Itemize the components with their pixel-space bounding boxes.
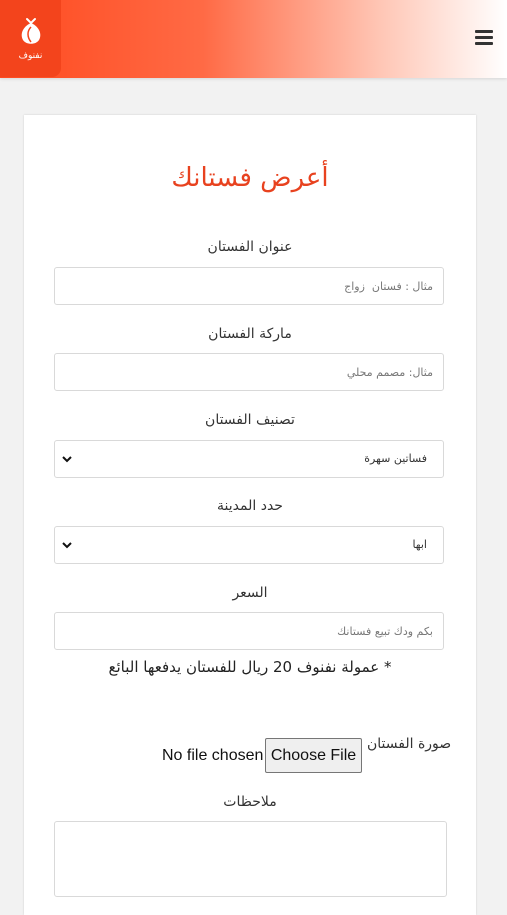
category-selected-value: فساتين سهرة — [364, 452, 427, 465]
notes-textarea[interactable] — [54, 821, 447, 897]
brand-logo[interactable]: نفنوف — [0, 0, 61, 77]
price-label: السعر — [232, 585, 268, 601]
commission-note: * عمولة نفنوف 20 ريال للفستان يدفعها الب… — [108, 658, 392, 676]
dress-title-label: عنوان الفستان — [207, 239, 293, 255]
dress-brand-label: ماركة الفستان — [208, 326, 292, 342]
city-label: حدد المدينة — [217, 498, 283, 514]
price-input[interactable] — [54, 612, 444, 650]
chevron-down-icon — [62, 542, 72, 549]
logo-text: نفنوف — [18, 50, 43, 61]
dress-title-input[interactable] — [54, 267, 444, 305]
file-status-text: No file chosen — [162, 747, 264, 764]
top-header: نفنوف — [0, 0, 507, 78]
category-select[interactable]: فساتين سهرة — [54, 440, 444, 478]
page-title: أعرض فستانك — [171, 163, 329, 193]
dress-image-label: صورة الفستان — [367, 736, 452, 752]
dress-brand-input[interactable] — [54, 353, 444, 391]
city-select[interactable]: ابها — [54, 526, 444, 564]
city-selected-value: ابها — [412, 538, 427, 551]
notes-label: ملاحظات — [223, 794, 277, 810]
category-label: تصنيف الفستان — [205, 412, 295, 428]
onion-dress-logo-icon — [21, 17, 40, 44]
chevron-down-icon — [62, 456, 72, 463]
sell-dress-form: أعرض فستانك عنوان الفستان ماركة الفستان … — [24, 115, 476, 915]
choose-file-button[interactable]: Choose File — [265, 738, 362, 773]
hamburger-menu-icon[interactable] — [475, 30, 493, 47]
